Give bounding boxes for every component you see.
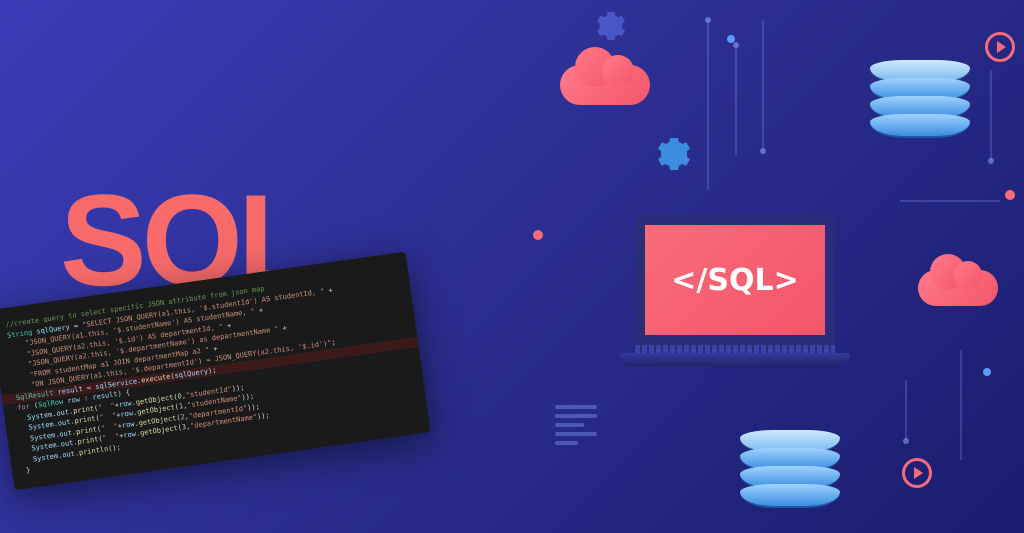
circuit-line <box>735 45 737 155</box>
circuit-node <box>733 42 739 48</box>
laptop-keyboard <box>635 345 835 353</box>
circuit-line <box>990 70 992 160</box>
document-lines-icon <box>555 405 597 450</box>
laptop-illustration: </SQL> <box>620 215 850 367</box>
database-icon <box>870 60 970 132</box>
circuit-line <box>905 380 907 440</box>
circuit-node <box>705 17 711 23</box>
laptop-screen-text: </SQL> <box>671 263 798 298</box>
circuit-line <box>960 350 962 460</box>
dot-icon <box>533 230 543 240</box>
gear-icon <box>650 130 698 178</box>
circuit-line <box>900 200 1000 202</box>
dot-icon <box>727 35 735 43</box>
play-icon <box>985 32 1015 62</box>
laptop-base <box>620 353 850 367</box>
dot-icon <box>983 368 991 376</box>
circuit-line <box>762 20 764 150</box>
gear-icon <box>590 5 632 47</box>
circuit-node <box>760 148 766 154</box>
dot-icon <box>1005 190 1015 200</box>
database-icon <box>740 430 840 502</box>
circuit-node <box>903 438 909 444</box>
laptop-screen: </SQL> <box>635 215 835 345</box>
cloud-icon <box>560 65 650 105</box>
circuit-node <box>988 158 994 164</box>
cloud-icon <box>918 270 998 306</box>
circuit-line <box>707 20 709 190</box>
play-icon <box>902 458 932 488</box>
